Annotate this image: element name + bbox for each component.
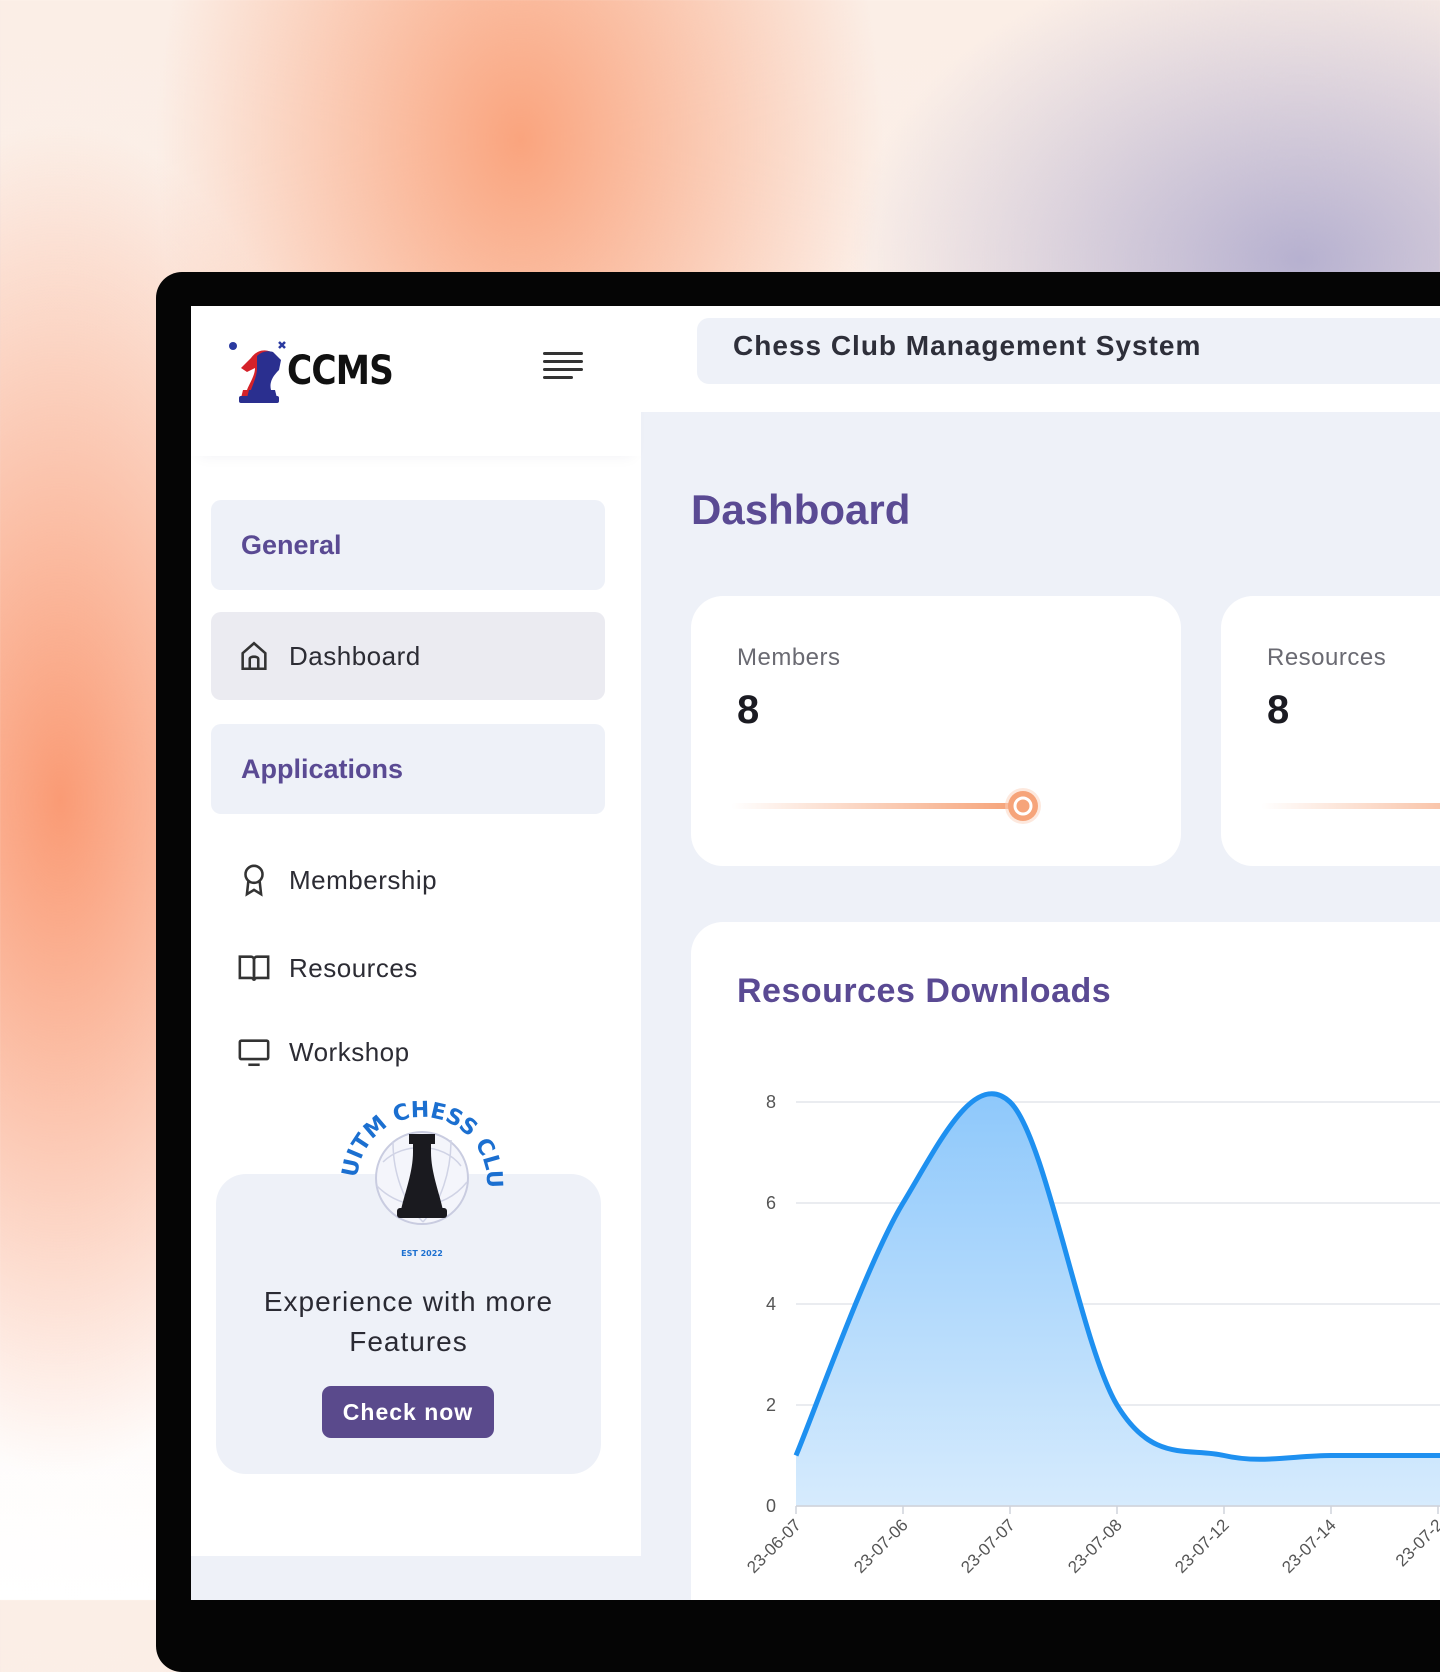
stat-value: 8 — [1267, 688, 1290, 732]
y-tick-label: 2 — [766, 1395, 776, 1415]
stat-slider[interactable] — [1261, 786, 1440, 826]
x-tick-label: 23-07-08 — [1064, 1515, 1126, 1577]
stat-value: 8 — [737, 688, 760, 732]
stat-label: Resources — [1267, 644, 1387, 671]
sidebar-nav: General Dashboard Applications Membershi… — [211, 500, 605, 1072]
top-header: Chess Club Management System — [641, 306, 1440, 412]
stat-slider[interactable] — [731, 786, 1061, 826]
sidebar-item-dashboard[interactable]: Dashboard — [211, 612, 605, 700]
chart-card: Resources Downloads 0 2 4 6 8 23-06-07 23-07-0… — [691, 922, 1440, 1600]
promo-card: UITM CHESS CLUB EST 2022 Experience with… — [216, 1082, 601, 1474]
stat-card-members: Members 8 — [691, 596, 1181, 866]
logo-area: CCMS — [191, 306, 641, 456]
y-tick-label: 8 — [766, 1092, 776, 1112]
knight-logo-icon — [229, 341, 286, 403]
x-tick-label: 23-07-07 — [957, 1515, 1019, 1577]
sidebar-item-label: Membership — [289, 864, 438, 895]
book-open-icon — [238, 955, 270, 981]
check-now-button[interactable]: Check now — [322, 1386, 494, 1438]
promo-text: Experience with more Features — [216, 1282, 601, 1362]
promo-text-line2: Features — [349, 1326, 468, 1357]
promo-text-line1: Experience with more — [263, 1286, 554, 1317]
sidebar-item-label: Resources — [289, 952, 418, 983]
y-tick-label: 6 — [766, 1193, 776, 1213]
header-title: Chess Club Management System — [697, 318, 1440, 384]
monitor-icon — [238, 1039, 270, 1067]
section-general: General — [211, 500, 605, 590]
x-tick-label: 23-07-06 — [850, 1515, 912, 1577]
sidebar-scroll-clip: Workshop — [211, 1012, 605, 1072]
page-title: Dashboard — [691, 486, 911, 533]
y-tick-label: 4 — [766, 1294, 776, 1314]
downloads-chart: 0 2 4 6 8 23-06-07 23-07-06 23-07-07 23-07-08 23-… — [743, 1091, 1440, 1577]
x-tick-label: 23-07-2 — [1392, 1515, 1440, 1570]
sidebar: CCMS General Dashboard Applications Memb… — [191, 306, 641, 1556]
chess-club-badge-icon: UITM CHESS CLUB EST 2022 — [333, 1082, 506, 1258]
stat-label: Members — [737, 644, 841, 671]
badge-subtext: EST 2022 — [401, 1249, 443, 1258]
logo-text: CCMS — [287, 348, 394, 394]
app-logo[interactable]: CCMS — [227, 338, 410, 404]
stat-card-resources: Resources 8 — [1221, 596, 1440, 866]
menu-lines-icon — [543, 352, 583, 379]
sidebar-item-workshop[interactable]: Workshop — [211, 1012, 605, 1072]
award-icon — [244, 864, 264, 897]
x-tick-label: 23-06-07 — [743, 1515, 805, 1577]
x-tick-label: 23-07-14 — [1278, 1515, 1340, 1577]
home-icon — [241, 641, 267, 671]
sidebar-item-label: Dashboard — [289, 640, 421, 671]
sidebar-item-membership[interactable]: Membership — [211, 836, 605, 924]
y-tick-label: 0 — [766, 1496, 776, 1516]
app-screen: CCMS General Dashboard Applications Memb… — [191, 306, 1440, 1600]
section-applications: Applications — [211, 724, 605, 814]
series-area — [796, 1093, 1440, 1506]
sidebar-item-label: Workshop — [289, 1036, 410, 1067]
menu-toggle-button[interactable] — [543, 348, 583, 382]
x-tick-label: 23-07-12 — [1171, 1515, 1233, 1577]
sidebar-item-resources[interactable]: Resources — [211, 924, 605, 1012]
